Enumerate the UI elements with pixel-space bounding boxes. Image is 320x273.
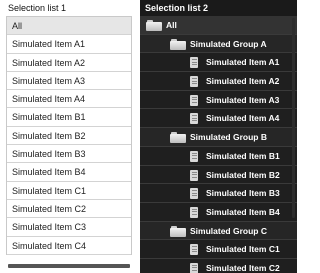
- selection-list-2-title: Selection list 2: [140, 0, 297, 16]
- list-item[interactable]: Simulated Item C2: [7, 200, 131, 219]
- tree-group[interactable]: Simulated Group B: [140, 128, 297, 147]
- tree-label: Simulated Item A1: [206, 57, 280, 68]
- folder-icon: [170, 38, 186, 50]
- selection-list-2-tree: All Simulated Group A Simulated Item A1 Sim…: [140, 16, 297, 273]
- document-icon: [190, 188, 198, 200]
- tree-label: Simulated Item B4: [206, 206, 280, 217]
- selection-list-2-panel: Selection list 2 All Simulated Group A Sim…: [140, 0, 297, 273]
- list-item[interactable]: Simulated Item B3: [7, 145, 131, 164]
- tree-item[interactable]: Simulated Item B1: [140, 146, 297, 166]
- list-item-all[interactable]: All: [7, 17, 131, 36]
- document-icon: [190, 206, 198, 218]
- folder-icon: [170, 132, 186, 144]
- document-icon: [190, 150, 198, 162]
- tree-label: Simulated Item B1: [206, 150, 280, 161]
- folder-icon: [170, 225, 186, 237]
- list-item[interactable]: Simulated Item A2: [7, 54, 131, 72]
- list-item[interactable]: Simulated Item A4: [7, 90, 131, 109]
- tree-label: Simulated Group C: [190, 225, 267, 236]
- selection-list-1: All Simulated Item A1 Simulated Item A2 Sim…: [6, 16, 132, 255]
- tree-label: Simulated Group A: [190, 38, 267, 49]
- tree-label: Simulated Item B3: [206, 188, 280, 199]
- document-icon: [190, 169, 198, 181]
- list-item[interactable]: Simulated Item C3: [7, 218, 131, 237]
- tree-label: Simulated Group B: [190, 132, 267, 143]
- list-item[interactable]: Simulated Item C1: [7, 182, 131, 200]
- tree-label: Simulated Item A4: [206, 113, 280, 124]
- tree-root-all[interactable]: All: [140, 16, 297, 35]
- document-icon: [190, 76, 198, 88]
- list-item[interactable]: Simulated Item B1: [7, 108, 131, 127]
- tree-item[interactable]: Simulated Item A1: [140, 53, 297, 73]
- tree-label: Simulated Item A2: [206, 76, 280, 87]
- vertical-scrollbar[interactable]: [292, 16, 296, 273]
- list-item[interactable]: Simulated Item C4: [7, 237, 131, 255]
- tree-item[interactable]: Simulated Item A2: [140, 72, 297, 91]
- selection-list-1-panel: Selection list 1 All Simulated Item A1 Sim…: [6, 0, 132, 273]
- tree-group[interactable]: Simulated Group C: [140, 221, 297, 241]
- tree-item[interactable]: Simulated Item A4: [140, 109, 297, 129]
- document-icon: [190, 94, 198, 106]
- document-icon: [190, 113, 198, 125]
- tree-label: All: [166, 20, 177, 30]
- selection-list-1-title: Selection list 1: [8, 3, 67, 13]
- folder-icon: [146, 20, 162, 31]
- tree-item[interactable]: Simulated Item C2: [140, 258, 297, 273]
- tree-label: Simulated Item B2: [206, 169, 280, 180]
- document-icon: [190, 262, 198, 273]
- tree-group[interactable]: Simulated Group A: [140, 34, 297, 54]
- list-item[interactable]: Simulated Item A3: [7, 72, 131, 91]
- tree-label: Simulated Item C1: [206, 244, 280, 255]
- list-item[interactable]: Simulated Item B4: [7, 163, 131, 182]
- tree-item[interactable]: Simulated Item C1: [140, 240, 297, 259]
- tree-label: Simulated Item C2: [206, 262, 280, 273]
- tree-label: Simulated Item A3: [206, 94, 280, 105]
- scrollbar-thumb[interactable]: [292, 18, 295, 218]
- tree-item[interactable]: Simulated Item A3: [140, 90, 297, 110]
- horizontal-scrollbar[interactable]: [8, 264, 130, 268]
- document-icon: [190, 57, 198, 69]
- tree-item[interactable]: Simulated Item B3: [140, 184, 297, 203]
- document-icon: [190, 244, 198, 256]
- tree-item[interactable]: Simulated Item B4: [140, 202, 297, 222]
- tree-item[interactable]: Simulated Item B2: [140, 165, 297, 185]
- list-item[interactable]: Simulated Item B2: [7, 127, 131, 146]
- list-item[interactable]: Simulated Item A1: [7, 35, 131, 54]
